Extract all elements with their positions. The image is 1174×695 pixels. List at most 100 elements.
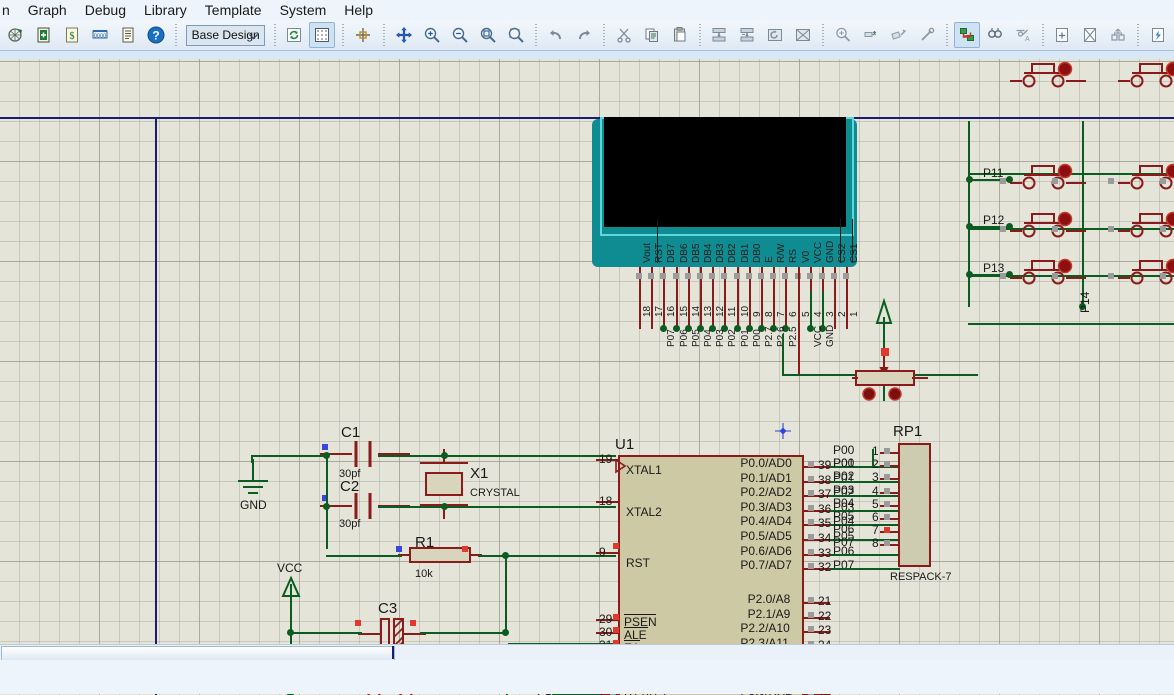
keypad-switch-handle[interactable] [1000,226,1006,232]
menu-item-help[interactable]: Help [335,1,382,19]
horizontal-scrollbar[interactable] [0,644,1174,661]
menu-item-graph[interactable]: Graph [19,1,76,19]
wire-rst-down[interactable] [505,555,507,633]
menu-item-system[interactable]: System [271,1,336,19]
wire-c3-left[interactable] [290,632,362,634]
wire-gnd-c1[interactable] [251,455,326,457]
block-copy-icon[interactable] [706,22,732,48]
copy-icon[interactable] [639,22,665,48]
lcd-net-wire[interactable] [810,291,812,329]
keypad-switch-handle[interactable] [1052,178,1058,184]
packaging-tool-icon[interactable] [886,22,912,48]
keypad-switch-handle[interactable] [1160,273,1166,279]
keypad-col-rail[interactable] [968,121,970,307]
keypad-switch-handle[interactable] [1052,226,1058,232]
design-select[interactable]: Base Design [186,25,265,46]
zoom-area-icon[interactable] [503,22,529,48]
zoom-out-icon[interactable] [447,22,473,48]
u1-p2-name: P2.0/A8 [748,593,791,605]
c1-handle-left[interactable] [322,444,328,450]
keypad-switch-handle[interactable] [1108,226,1114,232]
keypad-switch-handle[interactable] [1160,178,1166,184]
gnd-symbol[interactable] [232,459,274,501]
c3-handle-left[interactable] [355,620,361,626]
potentiometer-rv1[interactable] [852,301,928,407]
zoom-all-icon[interactable] [475,22,501,48]
pick-device-icon[interactable] [830,22,856,48]
wire-label-icon[interactable] [954,22,980,48]
new-design-icon[interactable] [31,22,57,48]
property-assign-icon[interactable]: A [1010,22,1036,48]
u1-p0-net-wire[interactable] [830,554,900,556]
block-move-icon[interactable] [734,22,760,48]
u1-rst-handle[interactable] [613,543,619,549]
lcd-net-wire[interactable] [822,291,824,329]
vcc-symbol[interactable] [278,576,304,616]
make-device-icon[interactable] [858,22,884,48]
open-design-icon[interactable]: $ [59,22,85,48]
u1-p0-net-wire[interactable] [830,568,900,570]
keypad-switch-handle[interactable] [1052,273,1058,279]
keypad-push-button[interactable] [1010,163,1086,191]
wire-c2-xtal2[interactable] [378,506,616,508]
block-rotate-icon[interactable] [762,22,788,48]
keypad-row-rail[interactable] [968,323,1174,325]
cut-icon[interactable] [611,22,637,48]
keypad-switch-handle[interactable] [1108,273,1114,279]
lcd-pin-square [660,273,666,279]
wire-bus-r1[interactable] [326,555,402,557]
keypad-switch-handle[interactable] [1000,178,1006,184]
r1-handle-right[interactable] [462,546,468,552]
grid-toggle-icon[interactable] [309,22,335,48]
keypad-switch-handle[interactable] [1108,178,1114,184]
resistor-r1[interactable] [398,546,482,564]
bill-of-materials-icon[interactable] [1145,22,1171,48]
wire-cap-bus[interactable] [326,455,328,549]
print-icon[interactable] [115,22,141,48]
save-design-icon[interactable]: 0000 [87,22,113,48]
menu-item-library[interactable]: Library [135,1,196,19]
help-icon[interactable]: ? [143,22,169,48]
new-sheet-icon[interactable] [1049,22,1075,48]
rp1-pin1-wire[interactable] [872,449,874,467]
paste-icon[interactable] [667,22,693,48]
pan-icon[interactable] [391,22,417,48]
c3-handle-right[interactable] [410,620,416,626]
wire-gnd-down[interactable] [251,455,253,463]
block-delete-icon[interactable] [790,22,816,48]
zoom-in-icon[interactable] [419,22,445,48]
lcd-vcc-wire-v[interactable] [782,334,784,376]
menu-item-0[interactable]: n [0,1,19,19]
wire-r1-rst[interactable] [478,555,616,557]
menu-item-debug[interactable]: Debug [76,1,135,19]
keypad-push-button[interactable] [1118,258,1174,286]
wire-c1-xtal1[interactable] [378,455,616,457]
wire-c3-right[interactable] [420,632,508,634]
rp1-body[interactable] [898,443,931,567]
r1-handle-left[interactable] [396,546,402,552]
keypad-push-button[interactable] [1118,61,1174,89]
redo-icon[interactable] [571,22,597,48]
keypad-push-button[interactable] [1010,258,1086,286]
goto-sheet-icon[interactable] [1105,22,1131,48]
menu-item-template[interactable]: Template [196,1,271,19]
schematic-canvas[interactable]: VoutRSTDB7DB6DB5DB4DB3DB2DB1DB0ER/WRSV0V… [0,51,1174,695]
lcd-pin-number: 11 [728,307,738,317]
u1-pin-handle[interactable] [613,627,619,633]
scrollbar-thumb[interactable] [1,646,395,661]
keypad-push-button[interactable] [1010,211,1086,239]
remove-sheet-icon[interactable] [1077,22,1103,48]
keypad-push-button[interactable] [1010,61,1086,89]
keypad-switch-handle[interactable] [1000,273,1006,279]
keypad-push-button[interactable] [1118,211,1174,239]
lcd-pin-square [636,273,642,279]
u1-pin-handle[interactable] [613,614,619,620]
decompose-icon[interactable] [914,22,940,48]
refresh-icon[interactable] [281,22,307,48]
search-tag-icon[interactable] [982,22,1008,48]
origin-icon[interactable] [350,22,376,48]
isis-home-icon[interactable] [3,22,29,48]
keypad-push-button[interactable] [1118,163,1174,191]
keypad-switch-handle[interactable] [1160,226,1166,232]
undo-icon[interactable] [543,22,569,48]
